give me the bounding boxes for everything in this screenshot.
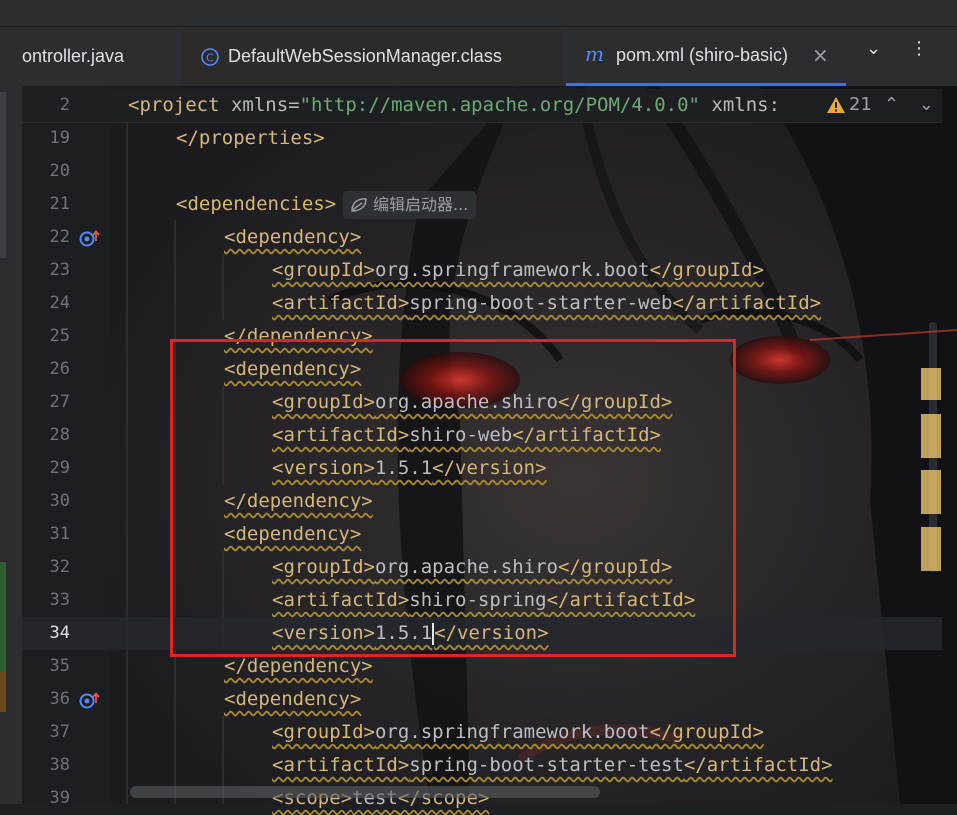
sticky-code-text: <project xmlns="http://maven.apache.org/…: [128, 89, 780, 122]
line-number: 26: [49, 359, 70, 379]
code-text: <groupId>org.springframework.boot</group…: [272, 716, 764, 749]
code-line[interactable]: 23 <groupId>org.springframework.boot</gro…: [22, 254, 942, 287]
code-text: <dependency>: [224, 221, 361, 254]
scrollbar-warning-marks: [921, 322, 943, 582]
horizontal-scrollbar[interactable]: [130, 786, 600, 798]
code-token: </artifactId>: [683, 754, 833, 776]
code-text: <groupId>org.springframework.boot</group…: [272, 254, 764, 287]
code-line[interactable]: 20: [22, 155, 942, 188]
code-line[interactable]: 24 <artifactId>spring-boot-starter-web</a…: [22, 287, 942, 320]
code-token: org.springframework.boot: [374, 721, 650, 743]
code-line[interactable]: 22 <dependency>: [22, 221, 942, 254]
line-number: 22: [49, 227, 70, 247]
code-token: <dependency>: [224, 688, 362, 710]
code-token: <project: [128, 94, 220, 116]
line-number: 28: [49, 425, 70, 445]
override-up-icon[interactable]: [79, 228, 103, 248]
code-text: <artifactId>spring-boot-starter-web</art…: [272, 287, 821, 320]
code-token: <groupId>: [272, 721, 375, 743]
code-token: <groupId>: [272, 259, 375, 281]
chevron-down-icon[interactable]: ⌄: [919, 94, 934, 115]
line-number: 24: [49, 293, 70, 313]
line-number: 23: [49, 260, 70, 280]
line-number: 34: [49, 623, 70, 643]
line-number: 31: [49, 524, 70, 544]
line-number: 29: [49, 458, 70, 478]
line-number: 33: [49, 590, 70, 610]
code-token: "http://maven.apache.org/POM/4.0.0": [299, 94, 700, 116]
code-line[interactable]: 21 <dependencies>: [22, 188, 942, 221]
sticky-scroll-line[interactable]: 2 <project xmlns="http://maven.apache.or…: [22, 89, 942, 123]
code-token: org.springframework.boot: [374, 259, 650, 281]
code-token: </dependency>: [224, 655, 373, 677]
line-number: 38: [49, 755, 70, 775]
line-number: 36: [49, 689, 70, 709]
code-token: </groupId>: [649, 721, 764, 743]
problems-count: 21: [849, 94, 872, 115]
code-token: <artifactId>: [272, 754, 410, 776]
code-token: spring-boot-starter-test: [409, 754, 684, 776]
line-number: 32: [49, 557, 70, 577]
line-number: 35: [49, 656, 70, 676]
hint-label: 编辑启动器...: [373, 195, 469, 214]
line-number: 30: [49, 491, 70, 511]
line-number: 37: [49, 722, 70, 742]
line-number: 19: [49, 128, 70, 148]
code-token: xmlns:: [699, 94, 781, 116]
warning-icon: [827, 96, 845, 113]
code-token: </groupId>: [649, 259, 764, 281]
line-number: 20: [49, 161, 70, 181]
code-token: <dependency>: [224, 226, 362, 248]
edit-starters-hint[interactable]: 编辑启动器...: [343, 191, 477, 219]
code-line[interactable]: 38 <artifactId>spring-boot-starter-test</…: [22, 749, 942, 782]
problem-navigation: ⌃ ⌄: [884, 94, 934, 115]
line-number: 25: [49, 326, 70, 346]
code-line[interactable]: 36 <dependency>: [22, 683, 942, 716]
code-token: xmlns=: [219, 94, 300, 116]
code-token: </artifactId>: [672, 292, 822, 314]
spring-leaf-icon: [351, 198, 367, 212]
code-text: <dependencies>: [176, 188, 336, 221]
chevron-up-icon[interactable]: ⌃: [884, 94, 899, 115]
line-number: 2: [59, 95, 70, 115]
code-text: <artifactId>spring-boot-starter-test</ar…: [272, 749, 833, 782]
problems-indicator[interactable]: 21: [826, 94, 872, 115]
code-text: </properties>: [176, 122, 325, 155]
line-number: 27: [49, 392, 70, 412]
line-number: 21: [49, 194, 70, 214]
code-line[interactable]: 37 <groupId>org.springframework.boot</gro…: [22, 716, 942, 749]
code-token: <dependencies>: [176, 193, 337, 215]
code-token: <artifactId>: [272, 292, 410, 314]
code-text: <dependency>: [224, 683, 361, 716]
override-up-icon[interactable]: [79, 690, 103, 710]
code-line[interactable]: 19 </properties>: [22, 122, 942, 155]
code-token: spring-boot-starter-web: [409, 292, 673, 314]
code-token: </properties>: [176, 127, 325, 149]
highlight-box: [170, 339, 736, 657]
line-number: 39: [49, 788, 70, 808]
